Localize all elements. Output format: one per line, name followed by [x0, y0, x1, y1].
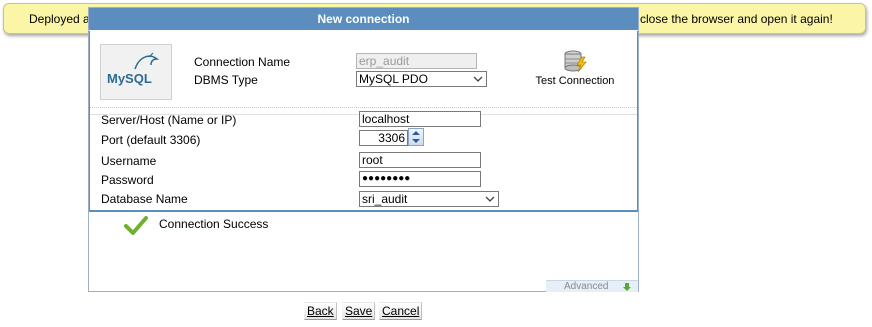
save-button[interactable]: Save: [342, 302, 376, 320]
mysql-logo: MySQL: [100, 44, 172, 100]
port-stepper[interactable]: [408, 128, 424, 146]
notification-text-right: close the browser and open it again!: [640, 12, 833, 26]
host-input[interactable]: localhost: [359, 111, 481, 127]
dbms-type-select[interactable]: MySQL PDO: [356, 71, 487, 87]
checkmark-icon: [124, 216, 148, 235]
status-area: Connection Success: [89, 213, 638, 273]
dialog-title: New connection: [89, 8, 638, 30]
stepper-arrows-icon: [412, 131, 420, 143]
dbms-type-label: DBMS Type: [194, 73, 258, 87]
database-label: Database Name: [101, 192, 188, 206]
back-button[interactable]: Back: [304, 302, 337, 320]
host-label: Server/Host (Name or IP): [101, 113, 237, 127]
connection-name-label: Connection Name: [194, 55, 291, 69]
port-input[interactable]: 3306: [359, 130, 408, 146]
advanced-toggle[interactable]: Advanced: [546, 280, 638, 292]
status-text: Connection Success: [159, 217, 269, 231]
chevron-down-icon: [485, 196, 495, 202]
connection-name-field[interactable]: erp_audit: [356, 53, 477, 69]
database-value: sri_audit: [362, 192, 408, 206]
advanced-label: Advanced: [564, 281, 609, 292]
divider: [90, 107, 637, 108]
cancel-button[interactable]: Cancel: [379, 302, 423, 320]
test-connection-label: Test Connection: [535, 75, 615, 87]
database-select[interactable]: sri_audit: [359, 191, 499, 207]
new-connection-dialog: New connection MySQL Connection Name erp…: [88, 7, 639, 292]
username-label: Username: [101, 154, 157, 168]
dbms-type-value: MySQL PDO: [359, 72, 428, 86]
chevron-down-icon: [473, 76, 483, 82]
test-connection-button[interactable]: Test Connection: [530, 49, 620, 87]
password-input[interactable]: ●●●●●●●●: [359, 171, 481, 187]
database-lightning-icon: [564, 50, 587, 73]
notification-text-left: Deployed a: [29, 12, 90, 26]
connection-form: MySQL Connection Name erp_audit DBMS Typ…: [89, 31, 638, 212]
mysql-logo-text: MySQL: [107, 71, 152, 86]
password-label: Password: [101, 173, 154, 187]
username-input[interactable]: root: [359, 152, 481, 168]
dolphin-icon: [134, 52, 160, 70]
port-label: Port (default 3306): [101, 133, 201, 147]
arrow-down-icon: [623, 283, 631, 291]
